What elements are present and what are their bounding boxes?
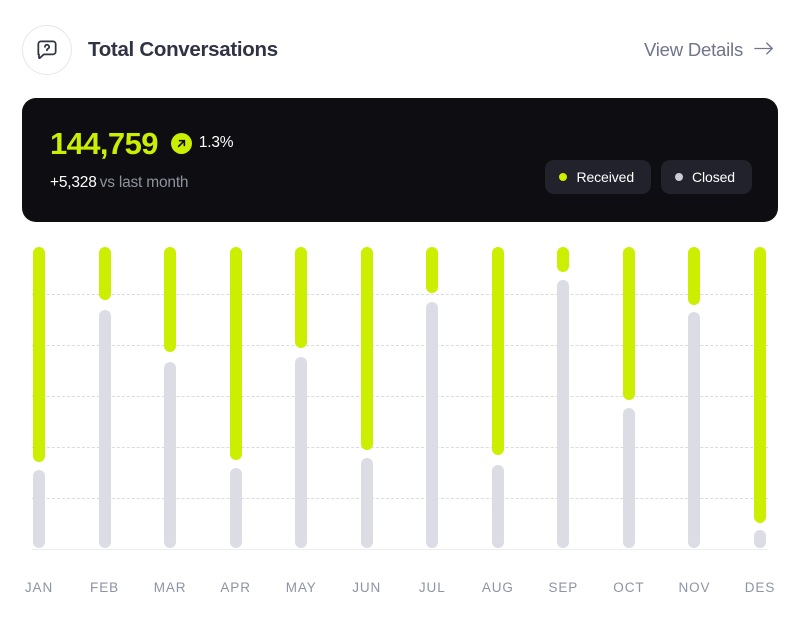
legend-item-closed[interactable]: Closed bbox=[661, 160, 752, 194]
title-group: Total Conversations bbox=[22, 25, 278, 75]
legend-label-received: Received bbox=[576, 169, 634, 185]
stat-card: 144,759 1.3% +5,328vs last month Receive… bbox=[22, 98, 778, 222]
view-details-button[interactable]: View Details bbox=[642, 35, 776, 65]
x-axis-label: MAY bbox=[286, 580, 317, 595]
legend-dot-closed bbox=[675, 173, 683, 181]
bar-segment-received bbox=[230, 247, 242, 460]
x-axis-label: APR bbox=[220, 580, 250, 595]
bar-segment-closed bbox=[754, 530, 766, 548]
bar-segment-received bbox=[492, 247, 504, 455]
conversations-bar-chart: JAN FEB MAR APR MAY JUN JUL AUG SEP OCT NOV DES bbox=[0, 232, 800, 632]
bar-column[interactable] bbox=[230, 232, 242, 552]
bar-segment-closed bbox=[426, 302, 438, 548]
bar-column[interactable] bbox=[492, 232, 504, 552]
bar-segment-received bbox=[164, 247, 176, 352]
view-details-label: View Details bbox=[644, 39, 743, 61]
gridline bbox=[32, 396, 768, 397]
bar-column[interactable] bbox=[295, 232, 307, 552]
bar-segment-closed bbox=[230, 468, 242, 548]
legend-label-closed: Closed bbox=[692, 169, 735, 185]
bar-segment-received bbox=[623, 247, 635, 400]
bar-segment-closed bbox=[295, 357, 307, 548]
stat-change-value: +5,328 bbox=[50, 174, 97, 191]
arrow-up-right-icon bbox=[171, 133, 192, 154]
bar-segment-received bbox=[688, 247, 700, 305]
page-title: Total Conversations bbox=[88, 38, 278, 62]
bar-segment-received bbox=[557, 247, 569, 272]
bar-segment-closed bbox=[164, 362, 176, 548]
bar-segment-closed bbox=[623, 408, 635, 548]
gridline bbox=[32, 294, 768, 295]
bar-segment-closed bbox=[33, 470, 45, 548]
bar-segment-received bbox=[33, 247, 45, 462]
x-axis-label: MAR bbox=[154, 580, 187, 595]
gridline bbox=[32, 498, 768, 499]
x-axis-label: JUL bbox=[419, 580, 446, 595]
x-axis-label: JUN bbox=[352, 580, 381, 595]
gridline bbox=[32, 345, 768, 346]
chart-legend: Received Closed bbox=[545, 160, 752, 194]
bar-segment-received bbox=[99, 247, 111, 300]
bar-column[interactable] bbox=[557, 232, 569, 552]
total-conversations-value: 144,759 bbox=[50, 128, 158, 159]
legend-item-received[interactable]: Received bbox=[545, 160, 651, 194]
x-axis-label: DES bbox=[745, 580, 775, 595]
bar-column[interactable] bbox=[623, 232, 635, 552]
bar-segment-closed bbox=[361, 458, 373, 548]
bar-column[interactable] bbox=[426, 232, 438, 552]
question-speech-bubble-icon bbox=[22, 25, 72, 75]
x-axis-labels: JAN FEB MAR APR MAY JUN JUL AUG SEP OCT NOV DES bbox=[0, 580, 800, 610]
bar-segment-closed bbox=[557, 280, 569, 548]
bar-column[interactable] bbox=[164, 232, 176, 552]
bar-column[interactable] bbox=[33, 232, 45, 552]
delta-percent: 1.3% bbox=[199, 134, 234, 152]
widget-header: Total Conversations View Details bbox=[0, 0, 800, 100]
legend-dot-received bbox=[559, 173, 567, 181]
arrow-right-icon bbox=[754, 39, 774, 61]
gridline bbox=[32, 447, 768, 448]
bar-segment-closed bbox=[492, 465, 504, 548]
stat-primary-row: 144,759 1.3% bbox=[50, 124, 752, 162]
bar-segment-received bbox=[361, 247, 373, 450]
bar-column[interactable] bbox=[754, 232, 766, 552]
x-axis-label: JAN bbox=[25, 580, 53, 595]
bar-segment-received bbox=[295, 247, 307, 348]
stat-comparison-label: vs last month bbox=[100, 174, 189, 191]
bar-segment-received bbox=[426, 247, 438, 293]
bar-segment-received bbox=[754, 247, 766, 523]
chart-plot-area bbox=[0, 232, 800, 562]
x-axis-label: AUG bbox=[482, 580, 514, 595]
x-axis-baseline bbox=[32, 549, 768, 550]
x-axis-label: FEB bbox=[90, 580, 119, 595]
total-conversations-widget: Total Conversations View Details 144,759… bbox=[0, 0, 800, 632]
bar-column[interactable] bbox=[361, 232, 373, 552]
bar-segment-closed bbox=[688, 312, 700, 548]
bar-segment-closed bbox=[99, 310, 111, 548]
x-axis-label: OCT bbox=[613, 580, 644, 595]
x-axis-label: SEP bbox=[549, 580, 579, 595]
x-axis-label: NOV bbox=[678, 580, 710, 595]
bar-column[interactable] bbox=[99, 232, 111, 552]
bar-column[interactable] bbox=[688, 232, 700, 552]
